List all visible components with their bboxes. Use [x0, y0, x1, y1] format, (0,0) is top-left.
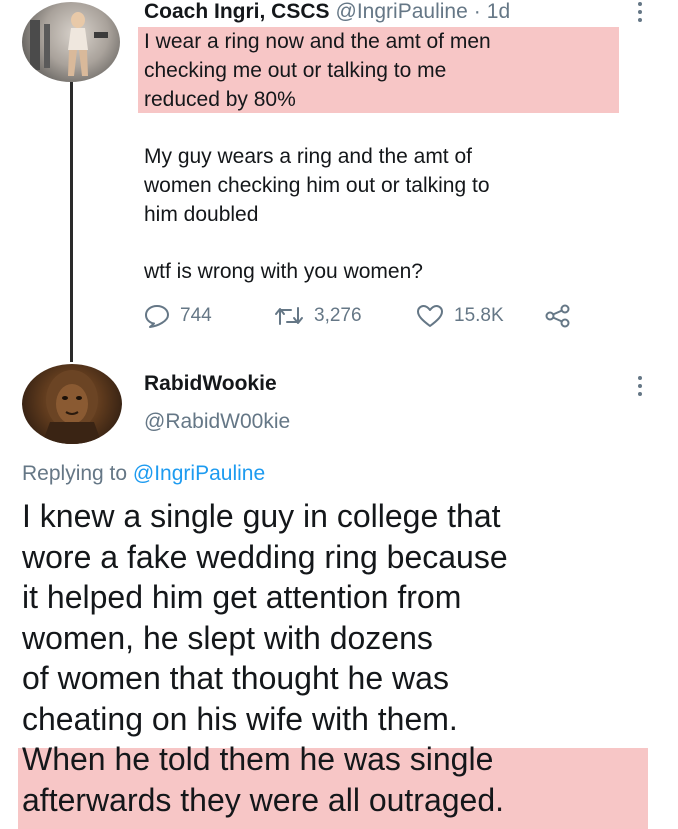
avatar-wookiee-icon	[42, 370, 102, 444]
display-name[interactable]: Coach Ingri, CSCS	[144, 0, 330, 24]
tweet-text-line: women, he slept with dozens	[22, 619, 433, 656]
reply-count: 744	[180, 305, 212, 326]
share-button[interactable]	[544, 304, 572, 328]
retweet-count: 3,276	[314, 305, 362, 326]
tweet-text-line: it helped him get attention from	[22, 579, 462, 615]
avatar-photo-icon	[30, 12, 108, 76]
tweet-text-paragraph-1: I wear a ring now and the amt of men che…	[144, 27, 624, 114]
tweet-text: I knew a single guy in college that wore…	[22, 496, 662, 820]
tweet-text-line: My guy wears a ring and the amt of	[144, 145, 472, 168]
tweet-text-line: women checking him out or talking to	[144, 174, 490, 197]
tweet-text-line: checking me out or talking to me	[144, 59, 447, 82]
retweet-button[interactable]: 3,276	[274, 304, 416, 328]
retweet-icon	[275, 307, 303, 325]
tweet-text-line: reduced by 80%	[144, 88, 296, 111]
user-handle[interactable]: @IngriPauline	[336, 0, 468, 24]
mention-link[interactable]: @IngriPauline	[133, 462, 265, 485]
share-icon	[545, 304, 570, 328]
like-count: 15.8K	[454, 305, 504, 326]
thread-connector-line	[70, 82, 73, 362]
avatar[interactable]	[22, 2, 120, 82]
replying-to: Replying to @IngriPauline	[22, 462, 265, 486]
tweet-text-line: of women that thought he was	[22, 660, 449, 696]
replying-to-label: Replying to	[22, 462, 128, 485]
user-handle[interactable]: @RabidW00kie	[144, 410, 290, 434]
tweet-text-line: When he told them he was single	[22, 741, 494, 777]
like-button[interactable]: 15.8K	[416, 304, 544, 328]
timestamp[interactable]: 1d	[487, 0, 510, 24]
separator-dot: ·	[473, 0, 481, 23]
more-vertical-icon[interactable]	[636, 2, 644, 22]
tweet-text-line: I wear a ring now and the amt of men	[144, 30, 491, 53]
tweet-header: Coach Ingri, CSCS @IngriPauline · 1d	[144, 0, 510, 24]
tweet-text-line: cheating on his wife with them.	[22, 700, 458, 737]
tweet-text-line: wore a fake wedding ring because	[22, 538, 508, 575]
tweet-actions: 744 3,276 15.8K	[144, 302, 572, 330]
more-vertical-icon[interactable]	[636, 376, 644, 396]
reply-button[interactable]: 744	[144, 304, 274, 328]
tweet-text-line: afterwards they were all outraged.	[22, 781, 505, 818]
tweet-text-paragraph-2: My guy wears a ring and the amt of women…	[144, 142, 624, 229]
avatar[interactable]	[22, 364, 122, 444]
tweet-text-line: I knew a single guy in college that	[22, 498, 501, 534]
display-name[interactable]: RabidWookie	[144, 372, 277, 396]
heart-icon	[417, 305, 443, 327]
reply-icon	[145, 305, 169, 328]
tweet-text-line: him doubled	[144, 203, 259, 226]
tweet-text-paragraph-3: wtf is wrong with you women?	[144, 260, 423, 283]
